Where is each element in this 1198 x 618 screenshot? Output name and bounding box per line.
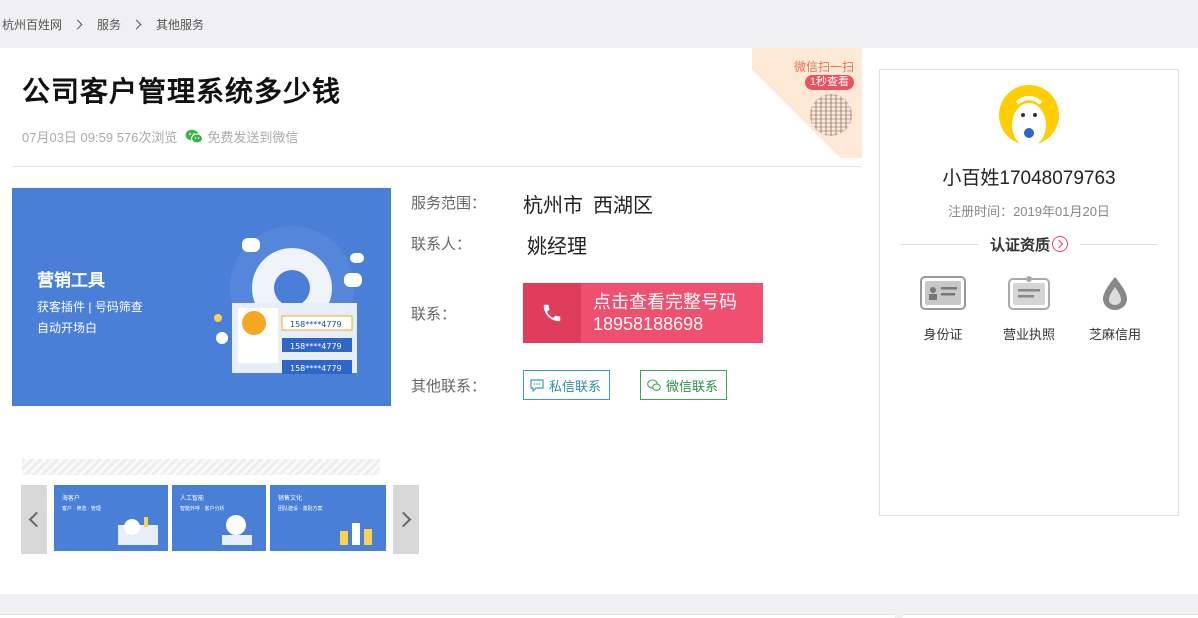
phone-label: 联系： [411,306,457,323]
divider [12,166,861,167]
post-meta: 07月03日 09:59 576次浏览 免费发送到微信 [22,127,298,146]
breadcrumb: 杭州百姓网 服务 其他服务 [0,0,1198,48]
scope-label: 服务范围： [411,195,487,212]
chat-icon [530,378,544,392]
qr-badge: 1秒查看 [804,75,854,90]
show-phone-label: 点击查看完整号码 [593,292,737,312]
post-date: 07月03日 09:59 [22,130,114,145]
thumb-title: 销售文化 [278,496,303,502]
thumb-title: 人工智能 [180,496,205,502]
thumb-illustration [118,517,158,545]
chevron-left-icon [28,511,45,528]
thumbnail-3[interactable]: 销售文化 团队建设 · 激励方案 [270,485,386,551]
cert-id-card[interactable]: 身份证 [907,275,979,343]
next-section-card [0,614,895,618]
phone-tag-3: 158****4779 [290,364,342,373]
chevron-right-icon [395,511,412,528]
scope-value: 杭州市 西湖区 [523,189,663,218]
phone-tag-2: 158****4779 [290,342,342,351]
cert-sesame-label: 芝麻信用 [1088,327,1141,342]
phone-number: 18958188698 [593,314,704,334]
breadcrumb-other-service[interactable]: 其他服务 [156,16,204,33]
other-contact-row: 其他联系： [411,375,486,396]
page-title: 公司客户管理系统多少钱 [22,76,342,107]
qr-scan-label: 微信扫一扫 [793,60,854,74]
scope-row: 服务范围： 杭州市 西湖区 [411,192,653,217]
cert-business-license[interactable]: 营业执照 [993,275,1065,343]
thumb-illustration [222,515,252,545]
cert-license-label: 营业执照 [1002,327,1055,342]
contact-value: 姚经理 [527,236,587,258]
thumbnail-1[interactable]: 海客户 客户 · 筛选 · 管理 [54,485,168,551]
private-message-button[interactable]: 私信联系 [523,370,610,400]
main-image[interactable]: 营销工具 获客插件 | 号码筛查 自动开场白 158****4779 158**… [12,188,391,406]
thumb-title: 海客户 [62,496,81,502]
contact-label: 联系人： [411,236,472,253]
send-to-wechat-label: 免费发送到微信 [207,130,299,145]
phone-icon [523,283,581,343]
qr-code-icon [810,94,852,136]
username[interactable]: 小百姓17048079763 [880,163,1178,190]
phone-tag-1: 158****4779 [290,320,342,329]
thumb-sub: 团队建设 · 激励方案 [278,506,323,512]
next-sidebar-card [903,614,1198,618]
thumb-sub: 客户 · 筛选 · 管理 [62,506,101,512]
id-card-icon [920,276,966,310]
thumb-prev-button[interactable] [21,485,47,554]
thumb-illustration [340,523,372,545]
banner-heading: 营销工具 [37,271,105,290]
publisher-card: 小百姓17048079763 注册时间：2019年01月20日 认证资质 身份证… [879,69,1179,516]
cert-id-label: 身份证 [923,327,963,342]
post-views: 576次浏览 [116,130,178,145]
send-to-wechat-link[interactable]: 免费发送到微信 [185,127,298,146]
main-content: 公司客户管理系统多少钱 07月03日 09:59 576次浏览 免费发送到微信 … [0,48,1198,594]
divider-stripe [22,459,380,475]
contact-row: 联系人： 姚经理 [411,233,587,258]
wechat-contact-label: 微信联系 [666,378,719,394]
sesame-credit-icon [1103,277,1127,310]
cert-title[interactable]: 认证资质 [880,234,1178,255]
cert-sesame-credit[interactable]: 芝麻信用 [1079,275,1151,343]
register-date: 注册时间：2019年01月20日 [948,204,1110,219]
chevron-right-icon [72,19,83,29]
other-contact-label: 其他联系： [411,378,487,395]
thumbnail-2[interactable]: 人工智能 智能外呼 · 客户分析 [172,485,266,551]
scope-district: 西湖区 [593,195,653,217]
banner-line-1: 获客插件 | 号码筛查 [37,300,143,314]
chevron-right-icon [131,19,142,29]
cert-title-label: 认证资质 [989,237,1050,254]
wechat-qr-corner[interactable]: 微信扫一扫 1秒查看 [752,48,862,158]
chevron-right-icon [1052,236,1068,252]
phone-row: 联系： [411,303,456,324]
wechat-icon [185,129,204,144]
breadcrumb-home[interactable]: 杭州百姓网 [2,16,62,33]
wechat-icon [647,378,661,391]
avatar[interactable] [999,85,1059,145]
wechat-contact-button[interactable]: 微信联系 [640,370,727,400]
scope-city: 杭州市 [523,195,583,217]
marketing-illustration: 158****4779 158****4779 158****4779 [214,226,364,374]
private-message-label: 私信联系 [549,378,602,394]
show-phone-button[interactable]: 点击查看完整号码 18958188698 [523,283,763,343]
banner-line-2: 自动开场白 [37,321,98,335]
breadcrumb-service[interactable]: 服务 [97,16,121,33]
thumb-next-button[interactable] [393,485,419,554]
business-license-icon [1008,276,1050,310]
